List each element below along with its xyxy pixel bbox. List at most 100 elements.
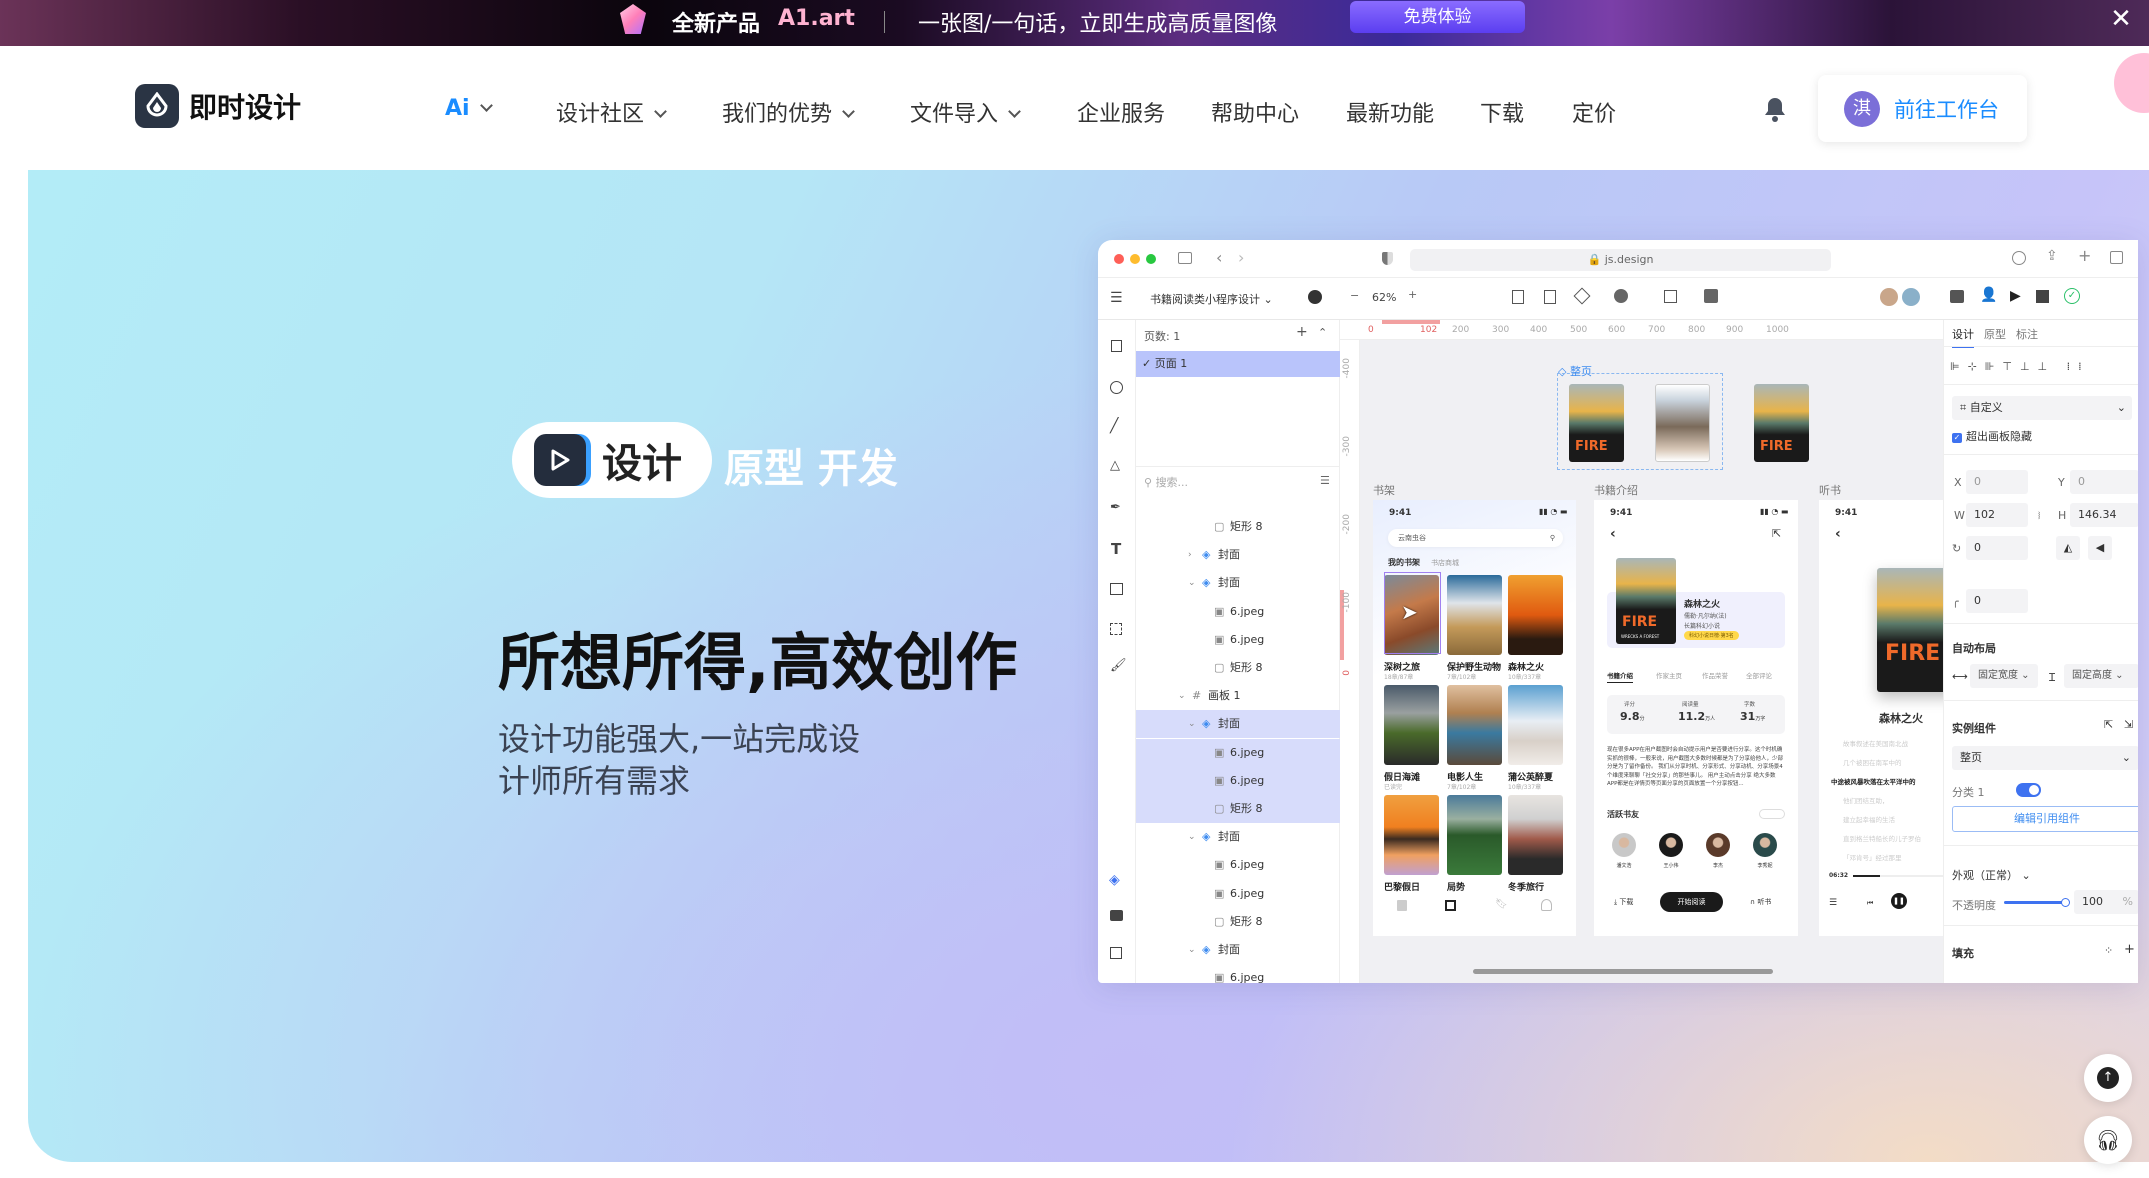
expand-arrow-icon[interactable]: ›: [1188, 541, 1192, 569]
grid-nav-icon[interactable]: [1445, 900, 1456, 911]
intro-tab[interactable]: 全部评论: [1746, 670, 1772, 680]
zoom-level[interactable]: 62%: [1372, 291, 1396, 304]
download-button[interactable]: ⤓ 下载: [1614, 897, 1633, 907]
rotation-input[interactable]: 0: [1966, 536, 2028, 560]
nav-ai[interactable]: Ai: [445, 96, 493, 121]
layer-item[interactable]: ▣ 6.jpeg: [1136, 598, 1340, 626]
share-icon[interactable]: ⇪: [2046, 248, 2058, 264]
close-icon[interactable]: ✕: [2108, 6, 2134, 32]
forward-icon[interactable]: ›: [1238, 248, 1244, 267]
play-icon[interactable]: ▶: [2010, 288, 2021, 304]
theme-icon[interactable]: [1308, 290, 1322, 304]
layer-item[interactable]: › ◈ 封面: [1136, 541, 1340, 569]
assets-icon[interactable]: [1110, 910, 1123, 921]
line-tool-icon[interactable]: ╱: [1110, 418, 1118, 434]
nav-download[interactable]: 下载: [1480, 96, 1524, 128]
progress-track[interactable]: [1853, 875, 1943, 877]
layer-item[interactable]: ⌄ # 画板 1: [1136, 682, 1340, 710]
opacity-slider[interactable]: [2004, 898, 2070, 907]
pause-button[interactable]: ❚❚: [1891, 893, 1907, 909]
friend-avatar[interactable]: [1706, 833, 1730, 857]
previous-icon[interactable]: ⏮: [1867, 899, 1873, 908]
book-cover[interactable]: [1384, 795, 1439, 875]
expand-arrow-icon[interactable]: ⌄: [1188, 936, 1196, 964]
expand-arrow-icon[interactable]: ⌄: [1188, 710, 1196, 738]
flip-vertical-icon[interactable]: ◀: [2088, 536, 2112, 560]
book-search-input[interactable]: 云南虫谷 ⚲: [1388, 529, 1563, 547]
back-icon[interactable]: ‹: [1835, 526, 1841, 542]
workspace-button[interactable]: 淇 前往工作台: [1818, 75, 2027, 142]
frame-preset-select[interactable]: ⌗ 自定义 ⌄: [1952, 396, 2132, 420]
tab-bookstore[interactable]: 书店商城: [1431, 558, 1459, 568]
scroll-top-button[interactable]: ↑: [2084, 1054, 2132, 1102]
phone-book-intro[interactable]: 9:41 ▮▮ ◔ ▬ ‹ ⇱ FIRE WRECKS A FOREST 森林之…: [1594, 500, 1798, 936]
filter-icon[interactable]: ☰: [1320, 474, 1330, 487]
free-trial-button[interactable]: 免费体验: [1350, 1, 1525, 33]
bookmark-nav-icon[interactable]: 🔖︎: [1495, 899, 1508, 910]
plugin-icon[interactable]: [1950, 290, 1964, 303]
frame-tool-icon[interactable]: [1111, 340, 1122, 352]
fixed-height-select[interactable]: 固定高度 ⌄: [2064, 664, 2138, 688]
collaborator-avatar[interactable]: [1902, 288, 1920, 306]
side-float-badge[interactable]: [2114, 53, 2149, 113]
expand-arrow-icon[interactable]: ⌄: [1188, 569, 1196, 597]
maximize-dot[interactable]: [1146, 254, 1156, 264]
layer-item[interactable]: ▣ 6.jpeg: [1136, 851, 1340, 879]
add-fill-icon[interactable]: +: [2124, 942, 2135, 957]
expand-arrow-icon[interactable]: ⌄: [1178, 682, 1186, 710]
share-icon[interactable]: ⇱: [1772, 527, 1781, 540]
url-bar[interactable]: 🔒 js.design: [1410, 249, 1831, 271]
intro-tab[interactable]: 作品荣誉: [1702, 670, 1728, 680]
instance-select[interactable]: 整页 ⌄: [1952, 746, 2138, 770]
radius-input[interactable]: 0: [1966, 589, 2028, 613]
support-button[interactable]: 🎧︎: [2084, 1116, 2132, 1164]
export-icon[interactable]: [1512, 290, 1524, 304]
layer-item[interactable]: ▢ 矩形 8: [1136, 513, 1340, 541]
share-user-icon[interactable]: 👤: [1980, 287, 1997, 303]
promo-banner[interactable]: 全新产品 A1.art 一张图/一句话，立即生成高质量图像 免费体验 ✕: [0, 0, 2149, 46]
go-to-main-icon[interactable]: ⇱: [2104, 718, 2113, 731]
layers-icon[interactable]: ◈: [1109, 872, 1120, 888]
layer-item[interactable]: ▣ 6.jpeg: [1136, 626, 1340, 654]
download-icon[interactable]: [2012, 251, 2026, 265]
friend-avatar[interactable]: [1659, 833, 1683, 857]
playlist-icon[interactable]: ☰: [1829, 898, 1837, 908]
panel-tab[interactable]: 设计: [1952, 326, 1974, 348]
start-reading-button[interactable]: 开始阅读: [1660, 892, 1723, 912]
slice-tool-icon[interactable]: [1110, 623, 1122, 635]
back-icon[interactable]: ‹: [1216, 248, 1222, 267]
panel-tab[interactable]: 标注: [2016, 326, 2038, 342]
brush-tool-icon[interactable]: 🖌: [1110, 658, 1127, 673]
book-cover[interactable]: [1447, 795, 1502, 875]
image-tool-icon[interactable]: [1110, 583, 1123, 595]
tab-my-shelf[interactable]: 我的书架: [1388, 557, 1420, 568]
cover-thumbnail[interactable]: [1655, 384, 1710, 462]
flip-horizontal-icon[interactable]: ◭: [2056, 536, 2080, 560]
sidebar-icon[interactable]: [1178, 252, 1192, 264]
import-icon[interactable]: [1544, 290, 1556, 304]
bookshelf-nav-icon[interactable]: [1397, 900, 1407, 911]
fixed-width-select[interactable]: 固定宽度 ⌄: [1970, 664, 2038, 688]
layer-item[interactable]: ▣ 6.jpeg: [1136, 880, 1340, 908]
layer-item[interactable]: ▣ 6.jpeg: [1136, 738, 1340, 767]
appearance-dropdown[interactable]: 外观（正常） ⌄: [1952, 867, 2031, 883]
layer-item[interactable]: ▢ 矩形 8: [1136, 795, 1340, 823]
nav-pricing[interactable]: 定价: [1572, 96, 1616, 128]
intro-tab[interactable]: 作家主页: [1656, 670, 1682, 680]
height-input[interactable]: 146.34: [2070, 503, 2138, 527]
nav-enterprise[interactable]: 企业服务: [1077, 96, 1165, 128]
listen-button[interactable]: ∩ 听书: [1750, 897, 1771, 907]
close-dot[interactable]: [1114, 254, 1124, 264]
variant-toggle[interactable]: [2016, 783, 2041, 797]
book-cover[interactable]: [1508, 685, 1563, 765]
minimize-dot[interactable]: [1130, 254, 1140, 264]
mask-icon[interactable]: [1614, 289, 1628, 303]
text-tool-icon[interactable]: T: [1111, 540, 1121, 558]
layer-item[interactable]: ▢ 矩形 8: [1136, 908, 1340, 936]
profile-nav-icon[interactable]: [1541, 899, 1552, 911]
book-cover[interactable]: [1384, 685, 1439, 765]
layer-item[interactable]: ⌄ ◈ 封面: [1136, 710, 1340, 739]
slider-thumb[interactable]: [2061, 898, 2070, 907]
cover-thumbnail[interactable]: FIRE: [1754, 384, 1809, 462]
bell-icon[interactable]: [1763, 96, 1787, 126]
